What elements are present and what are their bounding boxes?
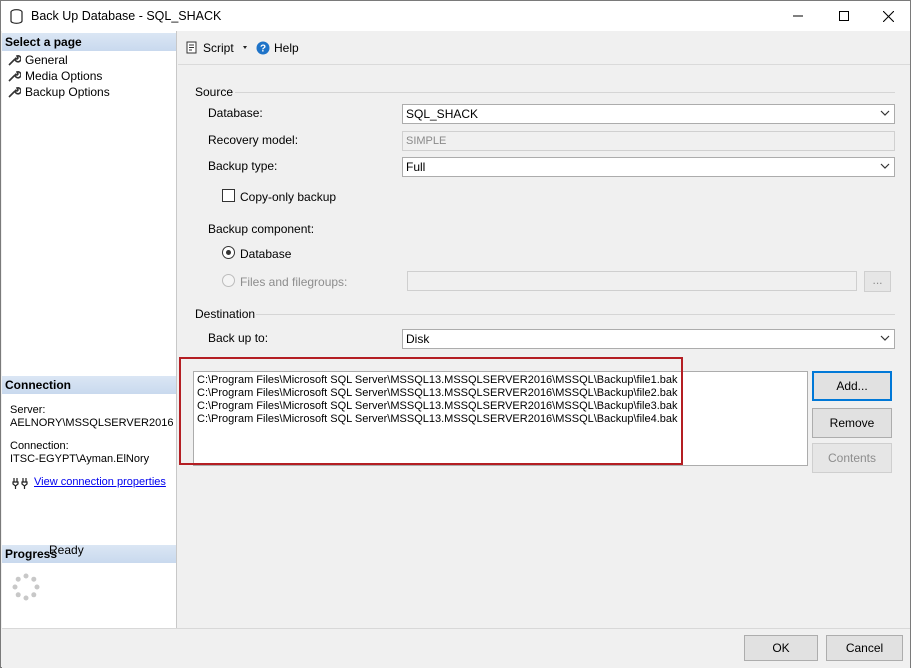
backup-type-label: Backup type:: [208, 159, 278, 173]
connection-heading: Connection: [2, 376, 176, 394]
destination-group-label: Destination: [195, 307, 256, 321]
close-icon: [882, 10, 894, 22]
component-database-radio[interactable]: [222, 246, 235, 259]
progress-status: Ready: [49, 543, 84, 557]
backup-to-select[interactable]: Disk: [402, 329, 895, 349]
chevron-down-icon: [880, 110, 890, 116]
page-item-media-options[interactable]: Media Options: [8, 68, 102, 84]
left-panel: Select a page General Media Options Back…: [2, 31, 177, 628]
close-button[interactable]: [865, 1, 911, 31]
toolbar: Script ? Help: [178, 31, 910, 65]
chevron-down-icon: [880, 163, 890, 169]
database-select[interactable]: SQL_SHACK: [402, 104, 895, 124]
help-icon: ?: [256, 41, 270, 55]
maximize-icon: [839, 11, 849, 21]
source-divider: [235, 92, 895, 93]
recovery-model-field: SIMPLE: [402, 131, 895, 151]
page-item-general[interactable]: General: [8, 52, 68, 68]
source-group-label: Source: [195, 85, 234, 99]
wrench-icon: [8, 70, 21, 82]
select-page-heading: Select a page: [2, 33, 176, 51]
minimize-button[interactable]: [775, 1, 821, 31]
backup-component-label: Backup component:: [208, 222, 315, 236]
minimize-icon: [793, 15, 803, 17]
connection-label: Connection:: [10, 440, 69, 452]
database-label: Database:: [208, 106, 263, 120]
chevron-down-icon: [880, 335, 890, 341]
component-files-radio[interactable]: [222, 274, 235, 287]
wrench-icon: [8, 86, 21, 98]
script-label: Script: [203, 41, 234, 55]
filegroups-field[interactable]: [407, 271, 857, 291]
backup-type-select[interactable]: Full: [402, 157, 895, 177]
copy-only-label[interactable]: Copy-only backup: [240, 190, 336, 204]
connection-value: ITSC-EGYPT\Ayman.ElNory: [10, 453, 150, 465]
list-item[interactable]: C:\Program Files\Microsoft SQL Server\MS…: [194, 413, 807, 426]
progress-heading: Progress: [2, 545, 176, 563]
script-button[interactable]: Script: [185, 41, 252, 55]
list-item[interactable]: C:\Program Files\Microsoft SQL Server\MS…: [194, 387, 807, 400]
copy-only-checkbox[interactable]: [222, 189, 235, 202]
server-label: Server:: [10, 404, 46, 416]
database-value: SQL_SHACK: [406, 107, 479, 121]
destination-divider: [256, 314, 895, 315]
server-value: AELNORY\MSSQLSERVER2016: [10, 417, 174, 429]
add-button[interactable]: Add...: [812, 371, 892, 401]
help-label: Help: [274, 41, 299, 55]
backup-files-list[interactable]: C:\Program Files\Microsoft SQL Server\MS…: [193, 371, 808, 466]
list-item[interactable]: C:\Program Files\Microsoft SQL Server\MS…: [194, 400, 807, 413]
remove-button[interactable]: Remove: [812, 408, 892, 438]
backup-type-value: Full: [406, 160, 426, 174]
view-connection-properties-link[interactable]: View connection properties: [34, 476, 166, 488]
page-item-backup-options[interactable]: Backup Options: [8, 84, 110, 100]
component-database-label[interactable]: Database: [240, 247, 291, 261]
dropdown-arrow-icon[interactable]: [238, 44, 252, 52]
cancel-button[interactable]: Cancel: [826, 635, 903, 661]
title-bar: Back Up Database - SQL_SHACK: [1, 1, 910, 31]
filegroups-browse-button[interactable]: ...: [864, 271, 891, 292]
page-item-label: Media Options: [25, 69, 103, 83]
backup-to-value: Disk: [406, 332, 430, 346]
page-item-label: Backup Options: [25, 85, 110, 99]
recovery-model-label: Recovery model:: [208, 133, 299, 147]
connection-properties-icon: [12, 478, 28, 489]
script-icon: [186, 41, 197, 54]
database-icon: [10, 9, 23, 24]
backup-to-label: Back up to:: [208, 331, 269, 345]
contents-button[interactable]: Contents: [812, 443, 892, 473]
backup-database-dialog: Back Up Database - SQL_SHACK Select a pa…: [0, 0, 911, 668]
maximize-button[interactable]: [821, 1, 867, 31]
progress-spinner-icon: [12, 573, 40, 601]
component-files-label[interactable]: Files and filegroups:: [240, 275, 347, 289]
window-title: Back Up Database - SQL_SHACK: [31, 9, 222, 23]
help-button[interactable]: ? Help: [256, 41, 299, 55]
wrench-icon: [8, 54, 21, 66]
page-item-label: General: [25, 53, 68, 67]
ok-button[interactable]: OK: [744, 635, 818, 661]
svg-text:?: ?: [260, 44, 266, 55]
list-item[interactable]: C:\Program Files\Microsoft SQL Server\MS…: [194, 374, 807, 387]
